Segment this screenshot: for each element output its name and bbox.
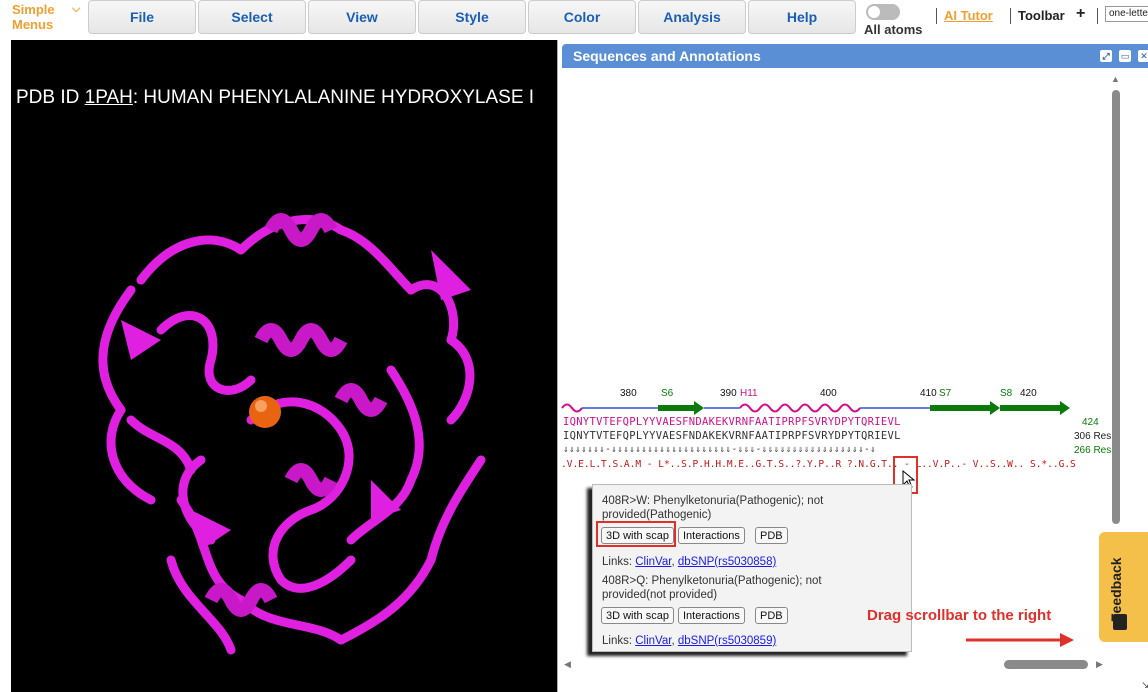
sequence-row-structure[interactable]: IQNYTVTEFQPLYYVAESFNDAKEKVRNFAATIPRPFSVR… <box>563 430 901 442</box>
separator <box>1010 8 1011 24</box>
chevron-down-icon: ⌵ <box>72 3 81 15</box>
menu-style[interactable]: Style <box>418 0 526 34</box>
dbsnp-link[interactable]: dbSNP(rs5030858) <box>678 556 776 568</box>
pdb-button[interactable]: PDB <box>755 527 788 544</box>
residue-count: 306 Res <box>1074 431 1112 442</box>
feedback-icon <box>1113 614 1127 630</box>
variant-description-cont: provided(not provided) <box>602 589 718 601</box>
residue-number: 390 <box>720 388 737 399</box>
toolbar-expand-icon[interactable]: + <box>1076 5 1085 23</box>
sequence-row-reference[interactable]: IQNYTVTEFQPLYYVAESFNDAKEKVRNFAATIPRPFSVR… <box>563 416 901 428</box>
variant-popup: 408R>W: Phenylketonuria(Pathogenic); not… <box>592 484 912 652</box>
right-arrow-icon <box>966 633 1074 647</box>
pdb-button[interactable]: PDB <box>755 607 788 624</box>
alignment-row: ⇓⇓⇓⇓⇓⇓⇓-⇓⇓⇓⇓⇓⇓⇓⇓⇓⇓⇓⇓⇓⇓⇓⇓⇓⇓⇓⇓-⇓⇓⇓-⇓⇓⇓⇓⇓⇓⇓… <box>563 444 877 455</box>
all-atoms-label: All atoms <box>864 22 923 37</box>
strand-label: S6 <box>661 388 674 399</box>
strand-label: S7 <box>939 388 952 399</box>
dbsnp-link[interactable]: dbSNP(rs5030859) <box>678 635 776 647</box>
scroll-up-icon[interactable]: ▲ <box>1111 74 1120 84</box>
menu-help[interactable]: Help <box>748 0 856 34</box>
feedback-tab[interactable]: Feedback <box>1099 532 1148 642</box>
residue-number: 380 <box>620 388 637 399</box>
highlight-box <box>596 521 676 547</box>
top-toolbar: Simple Menus ⌵ File Select View Style Co… <box>0 0 1148 40</box>
simple-menus-dropdown[interactable]: Simple Menus ⌵ <box>12 2 84 34</box>
menu-select[interactable]: Select <box>198 0 306 34</box>
expand-icon[interactable]: ⤢ <box>1100 50 1112 62</box>
toolbar-label[interactable]: Toolbar <box>1018 8 1065 23</box>
variant-description: 408R>W: Phenylketonuria(Pathogenic); not <box>602 495 824 507</box>
residue-number: 420 <box>1020 388 1037 399</box>
drag-instruction: Drag scrollbar to the right <box>867 607 1052 624</box>
variant-description-cont: provided(Pathogenic) <box>602 509 712 521</box>
separator <box>1097 8 1098 24</box>
horizontal-scrollbar[interactable] <box>1004 660 1088 669</box>
feedback-label: Feedback <box>1108 557 1124 622</box>
interactions-button[interactable]: Interactions <box>678 527 745 544</box>
sequence-end-number: 424 <box>1082 417 1099 428</box>
clinvar-link[interactable]: ClinVar <box>635 556 671 568</box>
clinvar-link[interactable]: ClinVar <box>635 635 671 647</box>
menu-view[interactable]: View <box>308 0 416 34</box>
separator <box>936 8 937 24</box>
sequences-panel-header[interactable]: Sequences and Annotations <box>562 44 1148 68</box>
scroll-left-icon[interactable]: ◀ <box>564 659 571 670</box>
minimize-icon[interactable]: ▭ <box>1119 50 1131 62</box>
vertical-scrollbar[interactable] <box>1112 90 1120 524</box>
metal-ion-sphere <box>249 396 281 428</box>
resize-handle-icon[interactable]: ↘ <box>1141 680 1148 691</box>
menu-color[interactable]: Color <box>528 0 636 34</box>
links-row: Links: ClinVar, dbSNP(rs5030858) <box>602 556 776 568</box>
links-row: Links: ClinVar, dbSNP(rs5030859) <box>602 635 776 647</box>
clinvar-variant-row[interactable]: .V.E.L.T.S.A.M - L*..S.P.H.H.M.E..G.T.S.… <box>561 459 1076 470</box>
menu-file[interactable]: File <box>88 0 196 34</box>
ai-tutor-link[interactable]: AI Tutor <box>944 8 993 23</box>
secondary-structure-track <box>561 401 1070 415</box>
all-atoms-toggle[interactable] <box>866 4 900 20</box>
3d-with-scap-button[interactable]: 3D with scap <box>601 607 674 624</box>
strand-label: S8 <box>1000 388 1013 399</box>
sequence-format-select[interactable]: one-lette <box>1105 6 1148 22</box>
residue-count: 266 Res <box>1074 445 1112 456</box>
menu-analysis[interactable]: Analysis <box>638 0 746 34</box>
links-label: Links: <box>602 556 636 568</box>
links-label: Links: <box>602 635 636 647</box>
structure-viewer-canvas[interactable]: PDB ID 1PAH: HUMAN PHENYLALANINE HYDROXY… <box>11 40 558 692</box>
interactions-button[interactable]: Interactions <box>678 607 745 624</box>
panel-title: Sequences and Annotations <box>573 48 761 64</box>
residue-number: 410 <box>920 388 937 399</box>
protein-cartoon <box>98 213 486 655</box>
simple-menus-label-line2: Menus <box>12 17 54 32</box>
variant-description: 408R>Q: Phenylketonuria(Pathogenic); not <box>602 575 822 587</box>
residue-number: 400 <box>820 388 837 399</box>
toggle-knob <box>868 6 880 18</box>
helix-label: H11 <box>740 388 758 399</box>
close-icon[interactable]: ✕ <box>1138 50 1148 62</box>
scroll-right-icon[interactable]: ▶ <box>1096 659 1103 670</box>
